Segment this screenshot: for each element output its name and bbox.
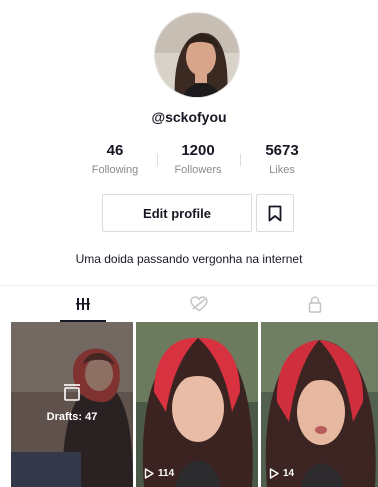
video-tile[interactable]: 114 [136,322,258,487]
avatar[interactable] [154,12,240,98]
heart-hidden-icon [190,296,208,312]
profile-bio: Uma doida passando vergonha na internet [75,252,303,266]
view-count-text: 114 [158,468,175,479]
drafts-icon [64,384,80,401]
followers-count: 1200 [181,142,215,159]
view-count: 14 [269,468,294,479]
username: @sckofyou [151,109,227,125]
grid-icon [76,298,90,310]
followers-label: Followers [174,164,222,176]
stat-following[interactable]: 46 Following [73,142,157,176]
play-icon [144,468,154,479]
avatar-photo [155,13,239,97]
view-count: 114 [144,468,174,479]
following-label: Following [91,164,139,176]
video-tile[interactable]: 14 [261,322,378,487]
drafts-tile[interactable]: Drafts: 47 [11,322,133,487]
tab-liked[interactable] [136,286,262,322]
play-icon [269,468,279,479]
profile-stats: 46 Following 1200 Followers 5673 Likes [0,142,378,182]
status-fragment [66,0,69,6]
edit-profile-button[interactable]: Edit profile [102,194,252,232]
drafts-info: Drafts: 47 [11,382,133,423]
video-grid: Drafts: 47 114 14 [11,322,378,487]
tab-private[interactable] [252,286,378,322]
video-thumbnail [261,322,378,487]
likes-count: 5673 [265,142,299,159]
view-count-text: 14 [283,468,295,479]
stat-followers[interactable]: 1200 Followers [156,142,240,176]
lock-icon [308,296,322,313]
stat-likes[interactable]: 5673 Likes [240,142,324,176]
following-count: 46 [106,142,124,159]
drafts-count: Drafts: 47 [46,411,98,423]
tab-videos[interactable] [20,286,146,322]
video-thumbnail [136,322,258,487]
likes-label: Likes [269,164,295,176]
bookmark-icon [268,205,282,221]
profile-tabs [0,285,378,322]
favorites-button[interactable] [256,194,294,232]
